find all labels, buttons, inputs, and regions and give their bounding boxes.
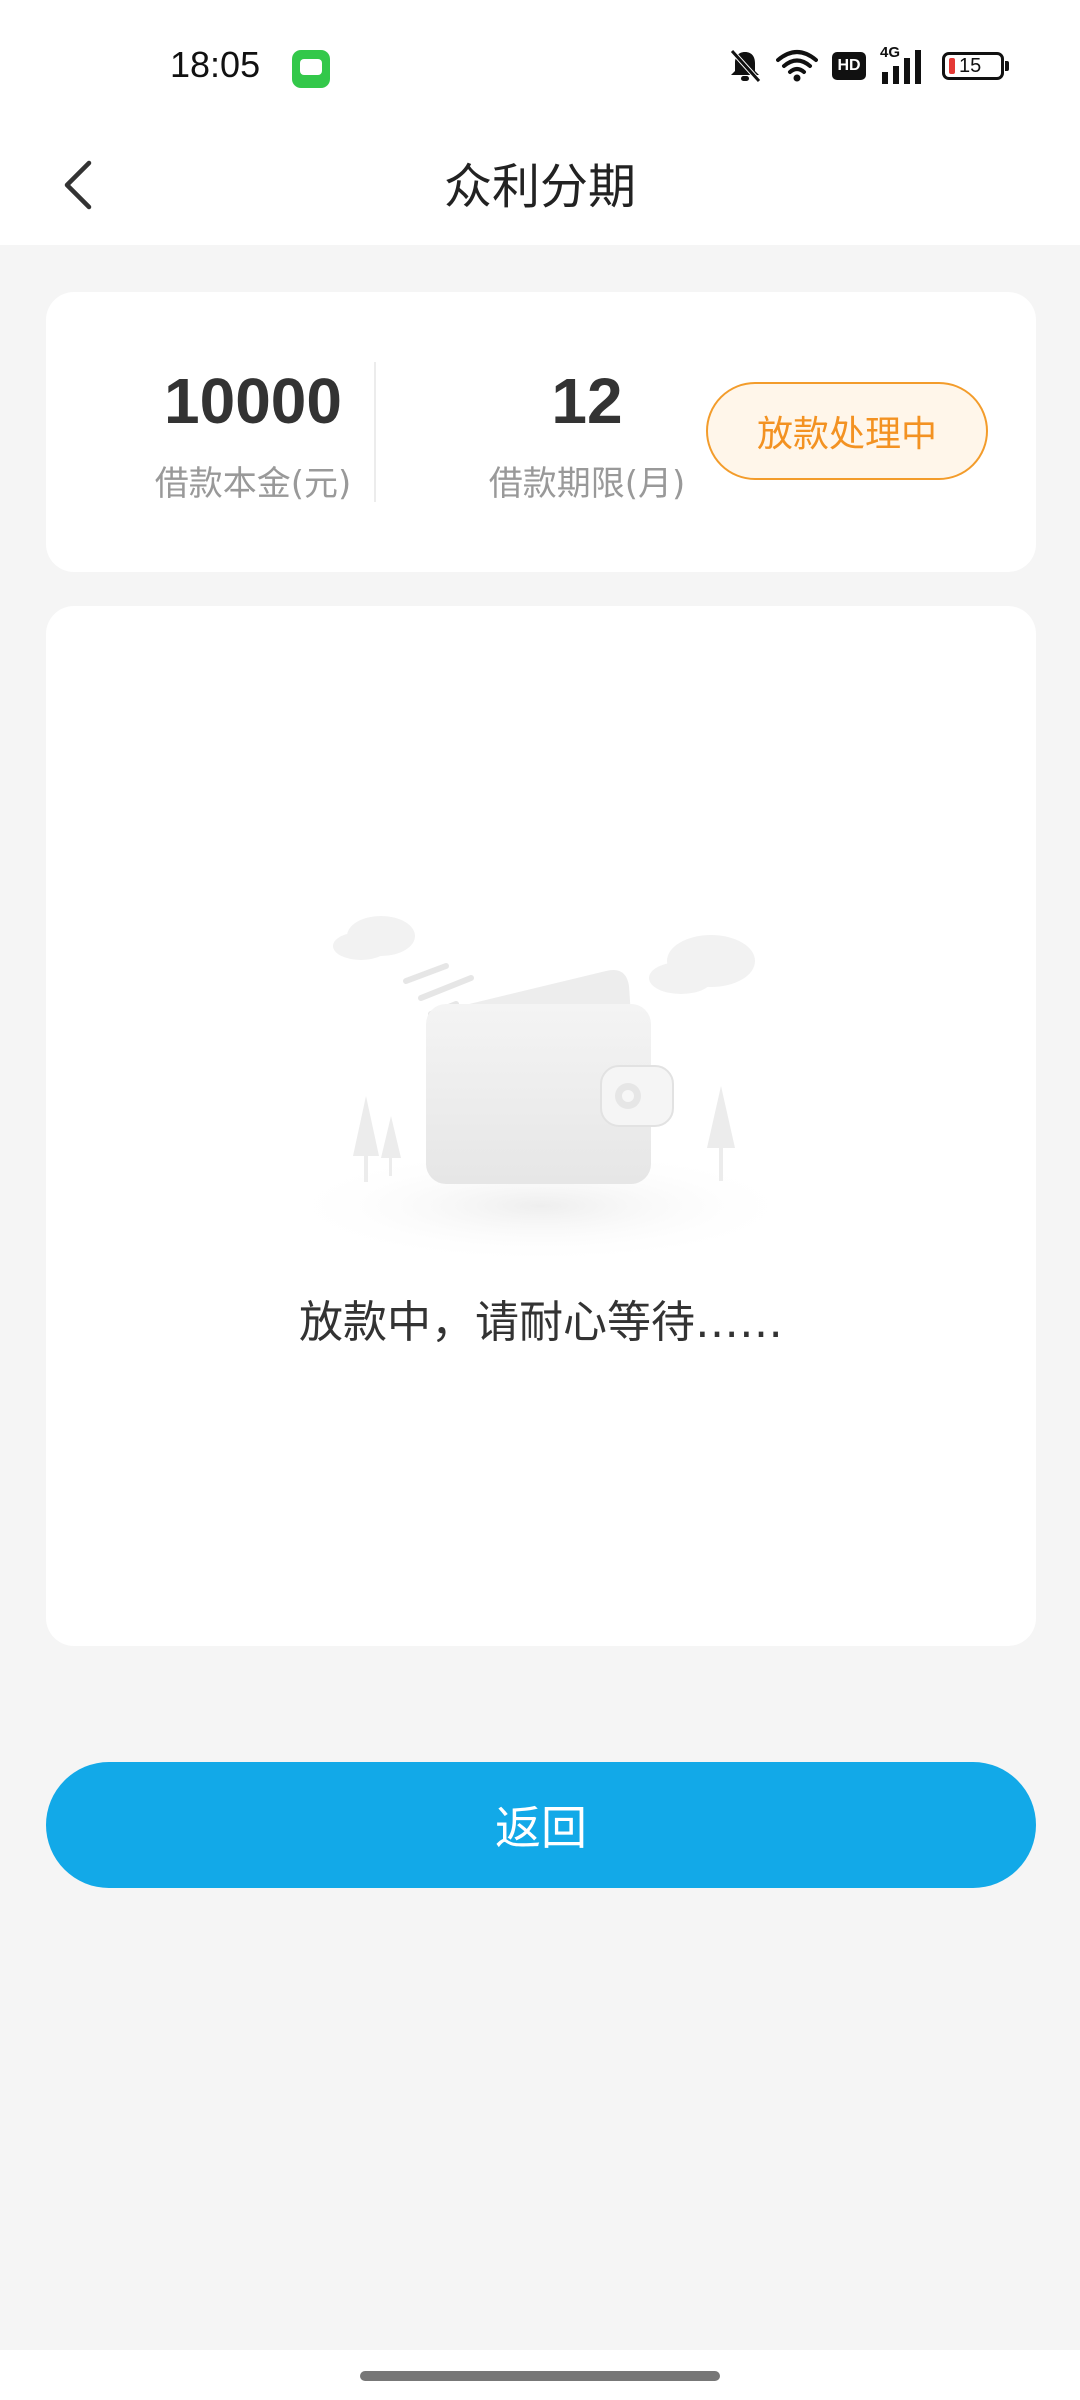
status-badge: 放款处理中 bbox=[706, 382, 988, 480]
disbursement-status-card: 放款中，请耐心等待…… bbox=[46, 606, 1036, 1646]
battery-percent: 15 bbox=[959, 55, 982, 77]
stat-divider bbox=[374, 362, 376, 502]
status-bar: 18:05 HD 4G 15 bbox=[0, 0, 1080, 130]
page-title: 众利分期 bbox=[443, 158, 636, 215]
battery-icon: 15 bbox=[942, 52, 1009, 80]
bell-muted-icon bbox=[730, 49, 761, 83]
nav-bar: 众利分期 bbox=[0, 130, 1080, 245]
wallet-illustration bbox=[281, 916, 801, 1256]
wifi-icon bbox=[776, 50, 818, 82]
hd-icon: HD bbox=[832, 52, 866, 80]
home-indicator[interactable] bbox=[360, 2371, 720, 2381]
principal-label: 借款本金(元) bbox=[154, 464, 352, 504]
return-button[interactable]: 返回 bbox=[46, 1762, 1036, 1888]
principal-stat: 10000 借款本金(元) bbox=[118, 292, 388, 572]
status-icons: HD 4G 15 bbox=[728, 44, 1009, 88]
message-app-icon bbox=[292, 50, 330, 88]
status-time: 18:05 bbox=[170, 44, 261, 85]
principal-value: 10000 bbox=[164, 365, 342, 437]
signal-4g-icon: 4G bbox=[880, 44, 928, 84]
loan-summary-card: 10000 借款本金(元) 12 借款期限(月) 放款处理中 bbox=[46, 292, 1036, 572]
term-label: 借款期限(月) bbox=[488, 464, 686, 504]
waiting-message: 放款中，请耐心等待…… bbox=[299, 1297, 783, 1348]
term-stat: 12 借款期限(月) bbox=[452, 292, 722, 572]
term-value: 12 bbox=[551, 365, 623, 437]
gesture-area bbox=[0, 2350, 1080, 2400]
